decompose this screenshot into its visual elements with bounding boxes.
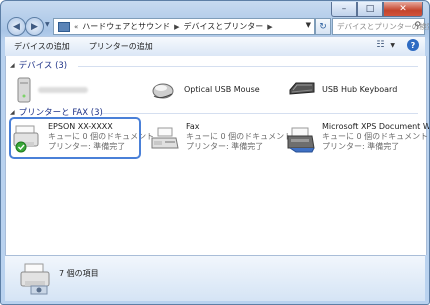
devices-pane: ◢ デバイス (3) Optical USB Mouse USB Hub Key… bbox=[5, 56, 430, 255]
printer-details: Microsoft XPS Document Writer キューに 0 個のド… bbox=[322, 122, 430, 152]
navigation-bar: ◀ ▶ ▼ « ハードウェアとサウンド ▶ デバイスとプリンター ▶ ▼ ↻ デ… bbox=[5, 14, 429, 36]
command-bar: デバイスの追加 プリンターの追加 ☷ ▼ ? bbox=[5, 36, 425, 57]
explorer-window: – □ ✕ ◀ ▶ ▼ « ハードウェアとサウンド ▶ デバイスとプリンター ▶… bbox=[0, 0, 430, 305]
breadcrumb-devices-printers[interactable]: デバイスとプリンター bbox=[184, 21, 264, 32]
device-name: Optical USB Mouse bbox=[184, 84, 260, 94]
group-divider bbox=[78, 66, 418, 67]
address-dropdown-icon[interactable]: ▼ bbox=[306, 21, 311, 29]
maximize-icon: □ bbox=[365, 3, 375, 14]
selection-highlight bbox=[9, 117, 141, 159]
help-icon[interactable]: ? bbox=[407, 39, 419, 51]
view-dropdown-icon[interactable]: ▼ bbox=[390, 42, 395, 49]
printer-name: Microsoft XPS Document Writer bbox=[322, 122, 430, 131]
search-icon[interactable]: ⚲ bbox=[414, 21, 421, 31]
printer-name: Fax bbox=[186, 122, 200, 131]
printer-queue: キューに 0 個のドキュメント bbox=[322, 132, 429, 141]
forward-button[interactable]: ▶ bbox=[25, 17, 44, 36]
close-icon: ✕ bbox=[399, 3, 407, 14]
printer-status: プリンター: 準備完了 bbox=[186, 142, 264, 151]
address-bar[interactable]: « ハードウェアとサウンド ▶ デバイスとプリンター ▶ ▼ bbox=[53, 18, 315, 35]
devices-group-header[interactable]: ◢ デバイス (3) bbox=[10, 59, 67, 71]
search-box[interactable]: デバイスとプリンターの検索 ⚲ bbox=[332, 18, 429, 35]
device-computer[interactable] bbox=[14, 76, 88, 104]
fax-icon bbox=[151, 127, 179, 149]
breadcrumb-separator[interactable]: « bbox=[74, 23, 78, 31]
printer-details: Fax キューに 0 個のドキュメント プリンター: 準備完了 bbox=[186, 122, 292, 152]
keyboard-icon bbox=[289, 82, 315, 95]
printer-status: プリンター: 準備完了 bbox=[322, 142, 400, 151]
printer-thumbnail-icon bbox=[20, 263, 50, 295]
control-panel-icon bbox=[58, 21, 70, 32]
view-options-icon[interactable]: ☷ bbox=[376, 40, 388, 50]
refresh-button[interactable]: ↻ bbox=[315, 18, 331, 35]
toolbar-right: ☷ ▼ ? bbox=[376, 39, 419, 51]
computer-name-redacted bbox=[38, 87, 88, 93]
refresh-icon: ↻ bbox=[319, 21, 327, 32]
devices-group-title: デバイス (3) bbox=[18, 61, 68, 71]
item-count: 7 個の項目 bbox=[59, 269, 99, 278]
printer-queue: キューに 0 個のドキュメント bbox=[186, 132, 293, 141]
device-name: USB Hub Keyboard bbox=[322, 84, 398, 94]
mouse-icon bbox=[152, 83, 174, 99]
recent-pages-dropdown[interactable]: ▼ bbox=[45, 21, 50, 28]
device-usb-hub-keyboard[interactable]: USB Hub Keyboard bbox=[288, 80, 397, 98]
add-printer-button[interactable]: プリンターの追加 bbox=[89, 41, 153, 52]
computer-icon bbox=[17, 77, 31, 103]
collapse-triangle-icon[interactable]: ◢ bbox=[10, 109, 15, 116]
breadcrumb-separator[interactable]: ▶ bbox=[174, 23, 179, 31]
breadcrumb-separator[interactable]: ▶ bbox=[267, 23, 272, 31]
collapse-triangle-icon[interactable]: ◢ bbox=[10, 62, 15, 69]
breadcrumb-hardware-sound[interactable]: ハードウェアとサウンド bbox=[82, 21, 170, 32]
details-pane: 7 個の項目 bbox=[5, 255, 425, 301]
forward-arrow-icon: ▶ bbox=[31, 21, 38, 32]
back-arrow-icon: ◀ bbox=[13, 21, 20, 32]
xps-printer-icon bbox=[287, 127, 315, 153]
group-divider bbox=[102, 113, 418, 114]
add-device-button[interactable]: デバイスの追加 bbox=[14, 41, 70, 52]
device-optical-usb-mouse[interactable]: Optical USB Mouse bbox=[150, 78, 260, 100]
minimize-icon: – bbox=[341, 3, 347, 14]
back-button[interactable]: ◀ bbox=[7, 17, 26, 36]
